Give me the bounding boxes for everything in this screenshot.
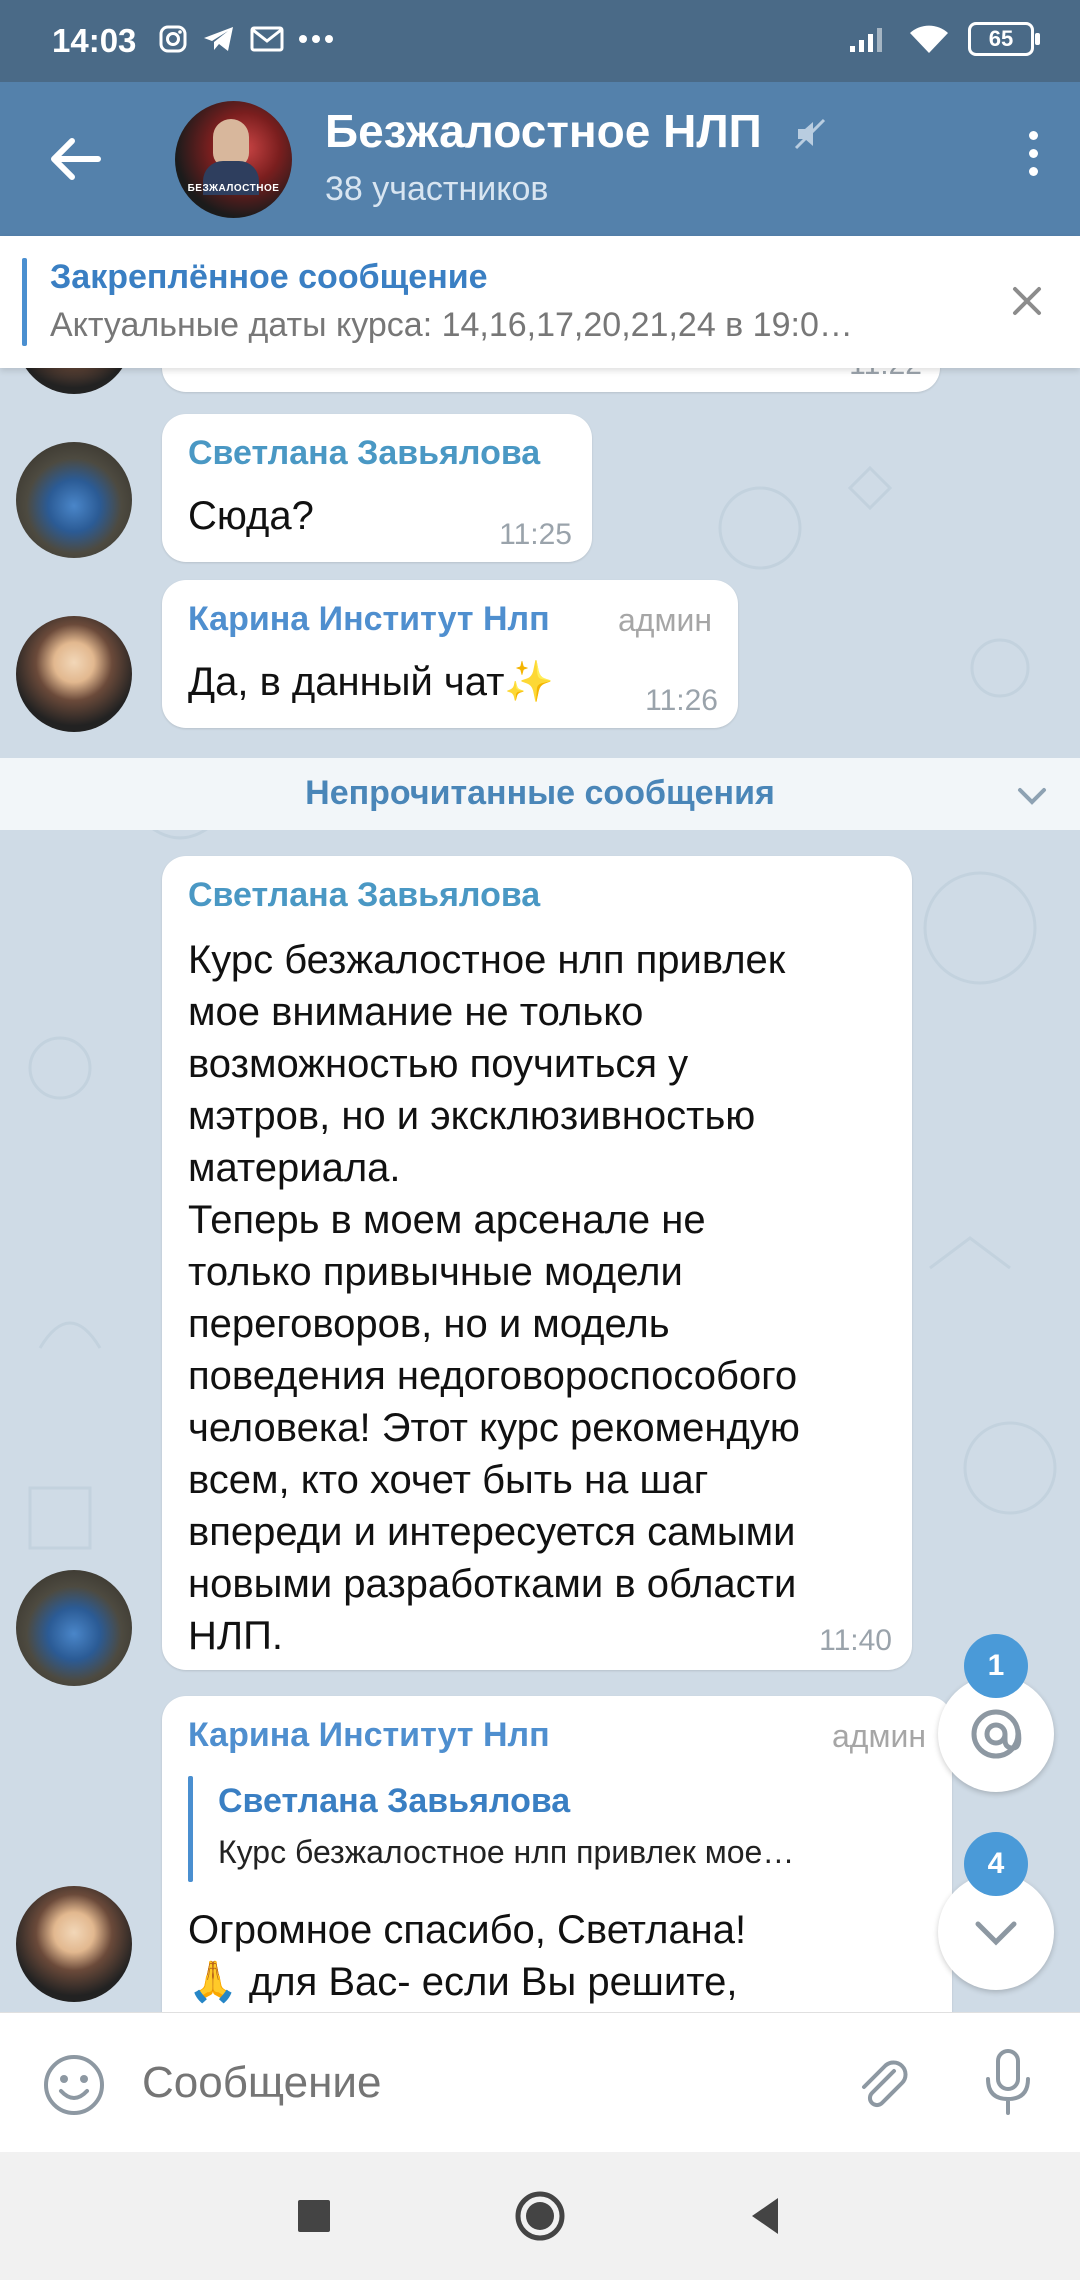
battery-indicator: 65 — [968, 22, 1040, 56]
message-bubble[interactable]: Светлана Завьялова Курс безжалостное нлп… — [162, 856, 912, 1670]
status-bar: 14:03 65 — [0, 0, 1080, 82]
chat-header: БЕЗЖАЛОСТНОЕ Безжалостное НЛП 38 участни… — [0, 82, 1080, 236]
back-icon[interactable] — [738, 2188, 794, 2244]
microphone-icon[interactable] — [978, 2047, 1038, 2119]
admin-badge: админ — [831, 1718, 926, 1754]
message-time: 11:40 — [819, 1624, 892, 1657]
recents-icon[interactable] — [286, 2188, 342, 2244]
back-arrow-icon[interactable] — [40, 124, 110, 194]
group-avatar[interactable]: БЕЗЖАЛОСТНОЕ — [175, 101, 292, 218]
chat-title[interactable]: Безжалостное НЛП — [325, 104, 762, 158]
menu-icon[interactable] — [1018, 122, 1048, 192]
avatar[interactable] — [16, 1886, 132, 2002]
emoji-icon[interactable] — [42, 2053, 106, 2117]
reply-bar — [188, 1776, 193, 1882]
message-author[interactable]: Светлана Завьялова — [188, 876, 540, 915]
reply-text: Курс безжалостное нлп привлек мое… — [218, 1834, 795, 1870]
message-text: Огромное спасибо, Светлана! 🙏 для Вас- е… — [188, 1908, 747, 2004]
mute-icon — [794, 118, 826, 150]
unread-count-badge: 4 — [964, 1832, 1028, 1896]
partial-message[interactable]: 11:22 — [162, 368, 940, 392]
reply-author: Светлана Завьялова — [218, 1782, 571, 1820]
pinned-message[interactable]: Закреплённое сообщение Актуальные даты к… — [0, 236, 1080, 368]
chat-area[interactable]: 11:22 Светлана Завьялова Сюда? 11:25 Кар… — [0, 368, 1080, 2012]
message-bubble[interactable]: Карина Институт Нлп админ Светлана Завья… — [162, 1696, 952, 2012]
pinned-text: Актуальные даты курса: 14,16,17,20,21,24… — [50, 306, 853, 344]
notification-icons — [158, 24, 334, 54]
message-author[interactable]: Карина Институт Нлп — [188, 600, 550, 639]
admin-badge: админ — [617, 602, 712, 638]
paperclip-icon[interactable] — [850, 2051, 916, 2117]
pinned-bar — [22, 258, 27, 346]
message-author[interactable]: Карина Институт Нлп — [188, 1716, 550, 1755]
more-icon — [299, 35, 333, 43]
telegram-icon — [204, 27, 233, 51]
avatar-text: БЕЗЖАЛОСТНОЕ — [187, 183, 280, 194]
signal-icon — [850, 28, 882, 52]
close-icon[interactable] — [1002, 276, 1052, 326]
message-time: 11:26 — [645, 684, 718, 717]
status-time: 14:03 — [52, 22, 137, 59]
wifi-icon — [910, 25, 948, 53]
avatar-face — [213, 119, 249, 167]
message-bubble[interactable]: Карина Институт Нлп админ Да, в данный ч… — [162, 580, 738, 728]
message-time: 11:25 — [499, 518, 572, 551]
mentions-count-badge: 1 — [964, 1634, 1028, 1698]
pinned-title: Закреплённое сообщение — [50, 258, 488, 296]
unread-divider-text: Непрочитанные сообщения — [305, 774, 775, 812]
message-time: 11:22 — [849, 368, 922, 382]
avatar[interactable] — [16, 442, 132, 558]
instagram-icon — [159, 25, 187, 53]
message-text: Сюда? — [188, 494, 314, 538]
chevron-down-icon[interactable] — [1012, 776, 1052, 816]
message-text: Да, в данный чат✨ — [188, 660, 555, 704]
member-count: 38 участников — [325, 170, 549, 208]
system-nav-bar — [0, 2152, 1080, 2280]
mail-icon — [250, 26, 284, 52]
avatar[interactable] — [16, 616, 132, 732]
avatar[interactable] — [16, 1570, 132, 1686]
message-input-bar — [0, 2012, 1080, 2152]
unread-divider: Непрочитанные сообщения — [0, 758, 1080, 830]
message-bubble[interactable]: Светлана Завьялова Сюда? 11:25 — [162, 414, 592, 562]
message-text: Курс безжалостное нлп привлек мое вниман… — [188, 938, 800, 1658]
home-icon[interactable] — [512, 2188, 568, 2244]
message-author[interactable]: Светлана Завьялова — [188, 434, 540, 473]
reply-quote[interactable]: Светлана Завьялова Курс безжалостное нлп… — [188, 1776, 828, 1882]
message-input[interactable] — [142, 2051, 792, 2115]
